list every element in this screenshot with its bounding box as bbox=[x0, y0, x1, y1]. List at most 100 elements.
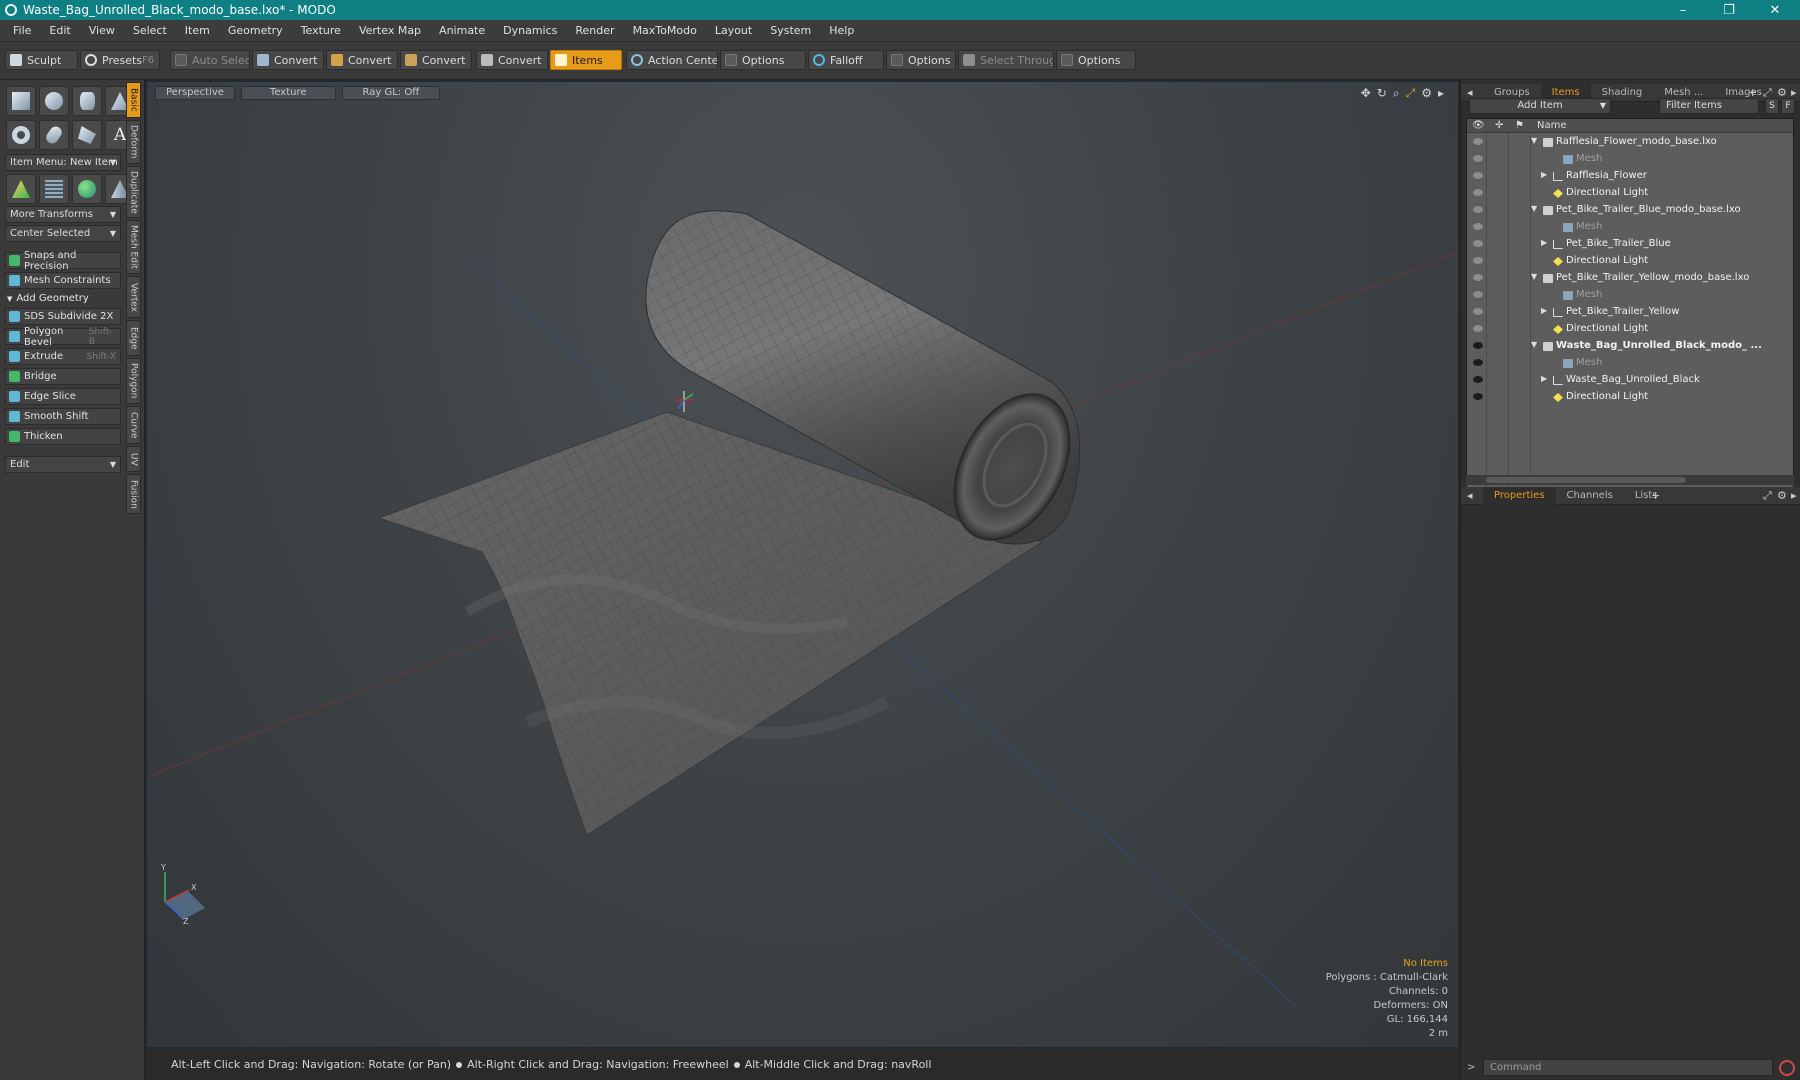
menu-layout[interactable]: Layout bbox=[706, 24, 761, 37]
item-row-mesh[interactable]: Mesh bbox=[1467, 151, 1793, 168]
item-row-light[interactable]: Directional Light bbox=[1467, 185, 1793, 202]
grid-tool[interactable] bbox=[39, 174, 69, 204]
command-input[interactable]: Command bbox=[1483, 1059, 1773, 1076]
menu-help[interactable]: Help bbox=[820, 24, 863, 37]
extrude-button[interactable]: Extrude Shift-X bbox=[5, 348, 121, 365]
tab-channels[interactable]: Channels bbox=[1556, 487, 1624, 505]
expand-icon[interactable]: ⤢ bbox=[1763, 489, 1772, 503]
command-stop-icon[interactable] bbox=[1779, 1060, 1795, 1076]
menu-system[interactable]: System bbox=[761, 24, 820, 37]
zoom-icon[interactable]: ⌕ bbox=[1393, 86, 1400, 101]
visibility-column-icon[interactable]: 👁 bbox=[1472, 119, 1485, 133]
falloff-button[interactable]: Falloff bbox=[808, 50, 884, 70]
item-row-mesh[interactable]: Mesh bbox=[1467, 219, 1793, 236]
eye-icon[interactable] bbox=[1473, 325, 1483, 332]
eye-icon[interactable] bbox=[1473, 206, 1483, 213]
eye-icon[interactable] bbox=[1473, 308, 1483, 315]
expand-arrow-icon[interactable]: ▸ bbox=[1438, 86, 1444, 101]
select-through-button[interactable]: Select Through bbox=[958, 50, 1054, 70]
cylinder-tool[interactable] bbox=[72, 86, 102, 116]
item-row-loc[interactable]: ▶ Waste_Bag_Unrolled_Black bbox=[1467, 372, 1793, 389]
eye-icon[interactable] bbox=[1473, 155, 1483, 162]
command-history-icon[interactable]: > bbox=[1467, 1062, 1475, 1073]
options-button-3[interactable]: Options bbox=[1056, 50, 1136, 70]
item-row-loc[interactable]: ▶ Pet_Bike_Trailer_Blue bbox=[1467, 236, 1793, 253]
item-menu-dropdown[interactable]: Item Menu: New Item ▼ bbox=[5, 154, 121, 171]
more-transforms-dropdown[interactable]: More Transforms ▼ bbox=[5, 206, 121, 223]
vtab-fusion[interactable]: Fusion bbox=[126, 474, 141, 514]
item-row-light[interactable]: Directional Light bbox=[1467, 389, 1793, 406]
vtab-mesh-edit[interactable]: Mesh Edit bbox=[126, 220, 141, 274]
transform-tool[interactable] bbox=[6, 174, 36, 204]
convert-button-3[interactable]: Convert bbox=[400, 50, 472, 70]
auto-select-button[interactable]: Auto Select bbox=[170, 50, 250, 70]
expand-right-icon[interactable]: ▶ bbox=[1541, 374, 1547, 383]
gear-icon[interactable]: ⚙ bbox=[1421, 86, 1432, 101]
vtab-curve[interactable]: Curve bbox=[126, 406, 141, 444]
eye-icon[interactable] bbox=[1473, 359, 1483, 366]
ray-gl-button[interactable]: Ray GL: Off bbox=[341, 86, 441, 100]
edit-dropdown[interactable]: Edit ▼ bbox=[5, 456, 121, 473]
convert-button-2[interactable]: Convert bbox=[326, 50, 398, 70]
menu-geometry[interactable]: Geometry bbox=[219, 24, 292, 37]
vtab-edge[interactable]: Edge bbox=[126, 320, 141, 356]
vtab-uv[interactable]: UV bbox=[126, 446, 141, 472]
smooth-shift-button[interactable]: Smooth Shift bbox=[5, 408, 121, 425]
eye-icon[interactable] bbox=[1473, 189, 1483, 196]
menu-dynamics[interactable]: Dynamics bbox=[494, 24, 566, 37]
polygon-bevel-button[interactable]: Polygon Bevel Shift-B bbox=[5, 326, 121, 348]
eye-icon[interactable] bbox=[1473, 376, 1483, 383]
options-button-1[interactable]: Options bbox=[720, 50, 806, 70]
close-button[interactable]: ✕ bbox=[1752, 0, 1798, 20]
plane-tool[interactable] bbox=[72, 120, 102, 150]
expand-down-icon[interactable]: ▼ bbox=[1531, 136, 1537, 145]
render-column-icon[interactable]: ⚑ bbox=[1515, 119, 1524, 133]
panel-menu-icon[interactable]: ◂ bbox=[1467, 489, 1473, 502]
sphere-tool[interactable] bbox=[39, 86, 69, 116]
sculpt-button[interactable]: Sculpt bbox=[5, 50, 78, 70]
menu-file[interactable]: File bbox=[4, 24, 40, 37]
add-item-dropdown[interactable]: Add Item ▼ bbox=[1469, 98, 1611, 114]
expand-right-icon[interactable]: ▶ bbox=[1541, 306, 1547, 315]
convert-button-1[interactable]: Convert bbox=[252, 50, 324, 70]
minimize-button[interactable]: – bbox=[1660, 0, 1706, 20]
eye-icon[interactable] bbox=[1473, 393, 1483, 400]
item-row-scene[interactable]: ▼ Pet_Bike_Trailer_Blue_modo_base.lxo bbox=[1467, 202, 1793, 219]
vtab-deform[interactable]: Deform bbox=[126, 120, 141, 164]
expand-down-icon[interactable]: ▼ bbox=[1531, 340, 1537, 349]
item-list-scrollbar[interactable] bbox=[1466, 475, 1794, 485]
vtab-duplicate[interactable]: Duplicate bbox=[126, 166, 141, 218]
vtab-vertex[interactable]: Vertex bbox=[126, 276, 141, 318]
name-column-header[interactable]: Name bbox=[1537, 119, 1567, 133]
item-row-light[interactable]: Directional Light bbox=[1467, 253, 1793, 270]
eye-icon[interactable] bbox=[1473, 223, 1483, 230]
vtab-basic[interactable]: Basic bbox=[126, 82, 141, 118]
add-geometry-header[interactable]: ▼ Add Geometry bbox=[5, 291, 121, 306]
item-row-light[interactable]: Directional Light bbox=[1467, 321, 1793, 338]
cube-tool[interactable] bbox=[6, 86, 36, 116]
menu-item[interactable]: Item bbox=[176, 24, 219, 37]
item-row-scene[interactable]: ▼ Waste_Bag_Unrolled_Black_modo_ ... bbox=[1467, 338, 1793, 355]
item-row-mesh[interactable]: Mesh bbox=[1467, 355, 1793, 372]
tab-properties[interactable]: Properties bbox=[1483, 486, 1556, 505]
thicken-button[interactable]: Thicken bbox=[5, 428, 121, 445]
item-row-scene[interactable]: ▼ Rafflesia_Flower_modo_base.lxo bbox=[1467, 134, 1793, 151]
lock-column-icon[interactable]: ✛ bbox=[1495, 119, 1503, 133]
eye-icon[interactable] bbox=[1473, 240, 1483, 247]
eye-icon[interactable] bbox=[1473, 172, 1483, 179]
bridge-button[interactable]: Bridge bbox=[5, 368, 121, 385]
snaps-precision-button[interactable]: Snaps and Precision bbox=[5, 250, 121, 272]
items-mode-button[interactable]: Items bbox=[550, 50, 622, 70]
menu-vertex-map[interactable]: Vertex Map bbox=[350, 24, 430, 37]
pan-icon[interactable]: ✥ bbox=[1361, 86, 1371, 101]
options-button-2[interactable]: Options bbox=[886, 50, 956, 70]
eye-icon[interactable] bbox=[1473, 138, 1483, 145]
convert-button-4[interactable]: Convert bbox=[476, 50, 548, 70]
torus-tool[interactable] bbox=[6, 120, 36, 150]
filter-s-button[interactable]: S bbox=[1765, 98, 1779, 114]
menu-select[interactable]: Select bbox=[124, 24, 176, 37]
capsule-tool[interactable] bbox=[39, 120, 69, 150]
expand-down-icon[interactable]: ▼ bbox=[1531, 204, 1537, 213]
presets-button[interactable]: Presets F6 bbox=[80, 50, 160, 70]
action-center-button[interactable]: Action Center bbox=[626, 50, 718, 70]
